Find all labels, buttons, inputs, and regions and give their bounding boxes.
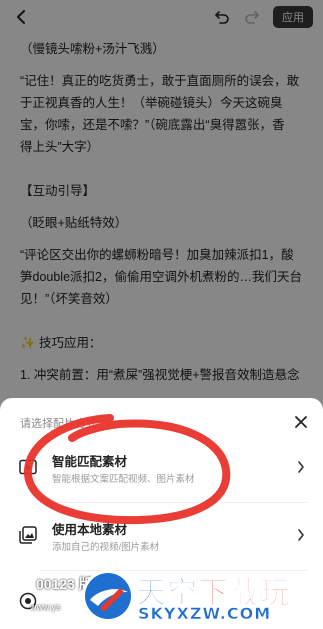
close-button[interactable] xyxy=(290,411,312,433)
sheet-title: 请选择配片方式 xyxy=(20,418,97,430)
chevron-right-icon xyxy=(293,457,309,477)
watermark-logo-icon xyxy=(82,570,134,622)
image-gallery-icon xyxy=(18,525,38,545)
site-watermark: 00123 版本 www.ys 天空下载玩 SKYXZW.COM xyxy=(0,566,323,629)
option-description: 智能根据文案匹配视频、图片素材 xyxy=(52,474,195,485)
watermark-domain: SKYXZW.COM xyxy=(138,604,272,624)
option-local-material[interactable]: 使用本地素材 添加自己的视频/图片素材 xyxy=(12,510,312,562)
option-smart-match[interactable]: 智能匹配素材 智能根据文案匹配视频、图片素材 xyxy=(12,442,312,494)
option-label: 使用本地素材 xyxy=(52,523,128,537)
chevron-right-icon xyxy=(293,525,309,545)
watermark-url-text: www.ys xyxy=(30,602,61,612)
close-icon xyxy=(295,416,307,428)
video-play-icon xyxy=(18,457,38,477)
option-description: 添加自己的视频/图片素材 xyxy=(52,542,160,553)
option-label: 智能匹配素材 xyxy=(52,455,128,469)
divider xyxy=(40,502,308,503)
